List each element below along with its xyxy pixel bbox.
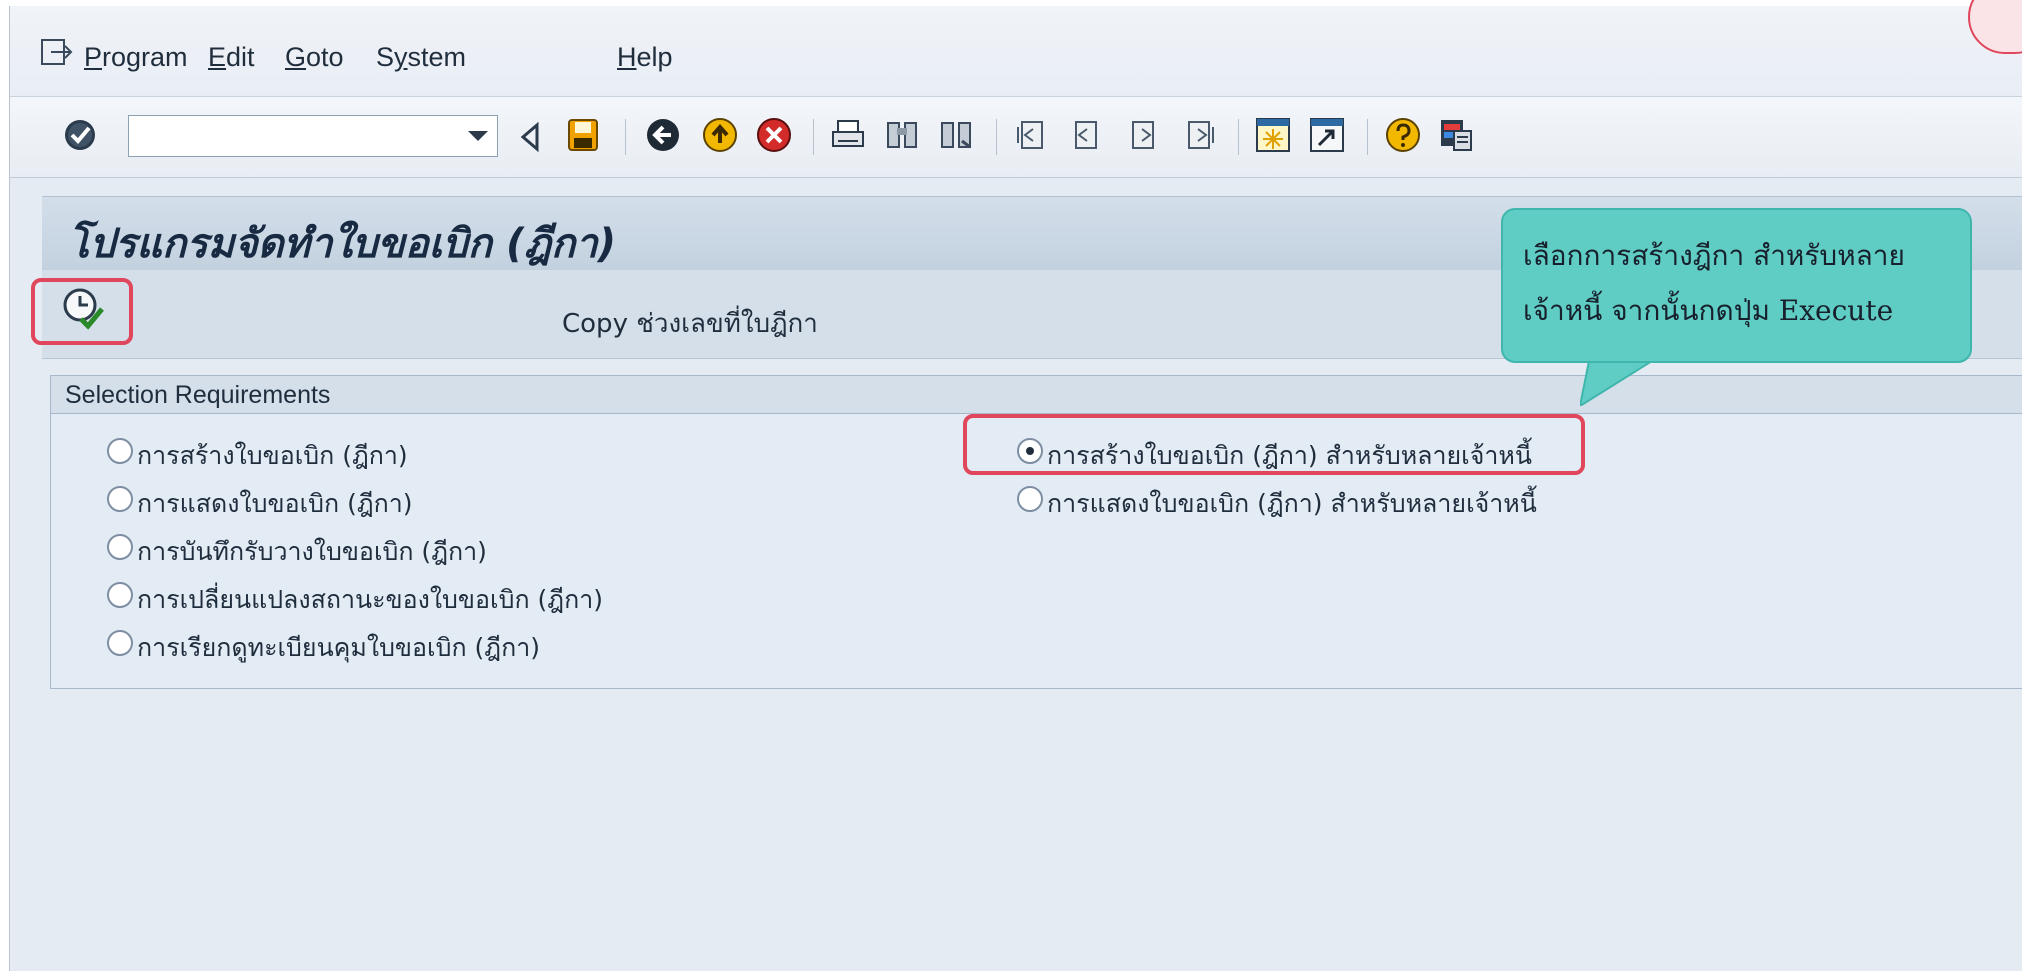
- back-icon[interactable]: [513, 119, 549, 155]
- sap-window: Program Edit Goto System Help โปรแกรมจัด…: [9, 6, 2022, 971]
- print-icon[interactable]: [830, 117, 866, 153]
- standard-toolbar: [10, 97, 2022, 178]
- help-icon[interactable]: [1385, 117, 1421, 153]
- callout-line-2: เจ้าหนี้ จากนั้นกดปุ่ม Execute: [1523, 294, 1894, 327]
- page-title: โปรแกรมจัดทำใบขอเบิก (ฎีกา): [68, 221, 617, 267]
- menu-goto[interactable]: Goto: [285, 42, 344, 73]
- radio-label: การเรียกดูทะเบียนคุมใบขอเบิก (ฎีกา): [137, 633, 541, 662]
- radio-label: การแสดงใบขอเบิก (ฎีกา): [137, 489, 413, 518]
- radio-button[interactable]: [107, 534, 133, 560]
- toolbar-separator: [1367, 119, 1368, 155]
- exit-icon[interactable]: [702, 117, 738, 153]
- menu-toggle-icon[interactable]: [41, 39, 75, 67]
- radio-button[interactable]: [107, 438, 133, 464]
- find-next-icon[interactable]: [938, 117, 974, 153]
- menu-system[interactable]: System: [376, 42, 466, 73]
- menu-bar: Program Edit Goto System Help: [10, 6, 2022, 97]
- radio-button[interactable]: [107, 582, 133, 608]
- menu-help[interactable]: Help: [617, 42, 673, 73]
- previous-page-icon[interactable]: [1067, 117, 1103, 153]
- callout-text: เลือกการสร้างฎีกา สำหรับหลาย เจ้าหนี้ จา…: [1523, 228, 1953, 338]
- execute-highlight-box: [31, 278, 133, 345]
- chevron-down-icon[interactable]: [467, 128, 489, 144]
- group-header: Selection Requirements: [51, 376, 2022, 414]
- shortcut-icon[interactable]: [1309, 117, 1345, 153]
- radio-label: การเปลี่ยนแปลงสถานะของใบขอเบิก (ฎีกา): [137, 585, 603, 614]
- toolbar-separator: [813, 119, 814, 155]
- copy-range-button[interactable]: Copy ช่วงเลขที่ใบฎีกา: [562, 303, 818, 344]
- callout-line-1: เลือกการสร้างฎีกา สำหรับหลาย: [1523, 239, 1905, 272]
- command-input[interactable]: [133, 120, 447, 152]
- group-title: Selection Requirements: [65, 381, 331, 409]
- toolbar-separator: [996, 119, 997, 155]
- first-page-icon[interactable]: [1013, 117, 1049, 153]
- option-highlight-box: [963, 414, 1585, 475]
- toolbar-separator: [625, 119, 626, 155]
- customize-layout-icon[interactable]: [1438, 117, 1474, 153]
- toolbar-separator: [1238, 119, 1239, 155]
- callout-pointer: [1580, 356, 1662, 406]
- radio-button[interactable]: [107, 630, 133, 656]
- enter-icon[interactable]: [62, 117, 98, 153]
- radio-label: การสร้างใบขอเบิก (ฎีกา): [137, 441, 408, 470]
- cancel-icon[interactable]: [756, 117, 792, 153]
- menu-program[interactable]: Program: [84, 42, 188, 73]
- find-icon[interactable]: [884, 117, 920, 153]
- create-session-icon[interactable]: [1255, 117, 1291, 153]
- radio-label: การแสดงใบขอเบิก (ฎีกา) สำหรับหลายเจ้าหนี…: [1047, 489, 1537, 518]
- next-page-icon[interactable]: [1126, 117, 1162, 153]
- save-icon[interactable]: [565, 117, 601, 153]
- back-green-icon[interactable]: [645, 117, 681, 153]
- last-page-icon[interactable]: [1182, 117, 1218, 153]
- radio-button[interactable]: [1017, 486, 1043, 512]
- radio-label: การบันทึกรับวางใบขอเบิก (ฎีกา): [137, 537, 487, 566]
- radio-button[interactable]: [107, 486, 133, 512]
- menu-edit[interactable]: Edit: [208, 42, 255, 73]
- command-field[interactable]: [128, 115, 498, 157]
